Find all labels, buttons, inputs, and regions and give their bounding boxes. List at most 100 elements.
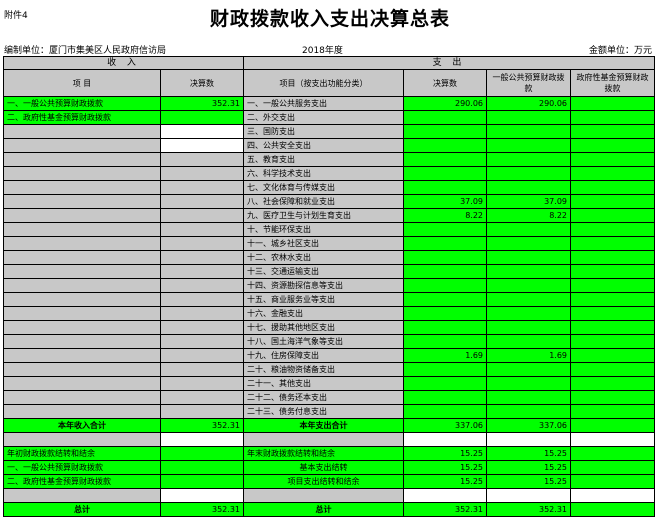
income-item-cell: 年初财政拨款结转和结余 — [3, 446, 161, 461]
spacer-cell — [570, 432, 655, 447]
income-item-cell: 二、政府性基金预算财政拨款 — [3, 110, 161, 125]
expense-general-cell: 8.22 — [486, 208, 571, 223]
income-item-cell: 一、一般公共预算财政拨款 — [3, 96, 161, 111]
expense-general-cell — [486, 250, 571, 265]
expense-general-cell — [486, 306, 571, 321]
income-item-cell — [3, 390, 161, 405]
expense-general-cell: 15.25 — [486, 460, 571, 475]
compiling-unit: 编制单位：厦门市集美区人民政府信访局 — [4, 46, 167, 56]
expense-fund-cell — [570, 222, 655, 237]
expense-total-general: 337.06 — [486, 418, 571, 433]
expense-total-cell — [403, 138, 487, 153]
spacer-row — [3, 488, 655, 503]
expense-total-cell: 15.25 — [403, 474, 487, 489]
expense-total-fund — [570, 418, 655, 433]
expense-item-cell: 十、节能环保支出 — [243, 222, 404, 237]
table-row: 十四、资源勘探信息等支出 — [3, 278, 655, 293]
report-year: 2018年度 — [302, 46, 343, 56]
expense-fund-cell — [570, 320, 655, 335]
expense-fund-cell — [570, 306, 655, 321]
budget-table: 收 入 支 出 项 目 决算数 项目（按支出功能分类） 决算数 一般公共预算财政… — [3, 56, 655, 517]
expense-total-cell — [403, 376, 487, 391]
income-item-cell — [3, 376, 161, 391]
expense-total-cell: 1.69 — [403, 348, 487, 363]
expense-total-cell — [403, 362, 487, 377]
income-item-cell — [3, 138, 161, 153]
income-item-cell — [3, 180, 161, 195]
income-value-cell — [160, 390, 244, 405]
expense-item-cell: 二十二、债务还本支出 — [243, 390, 404, 405]
expense-item-cell: 二十、粮油物资储备支出 — [243, 362, 404, 377]
income-item-cell — [3, 306, 161, 321]
income-item-cell — [3, 404, 161, 419]
expense-general-cell — [486, 362, 571, 377]
spacer-cell — [486, 488, 571, 503]
income-grand-total-label: 总计 — [3, 502, 161, 517]
expense-total-cell — [403, 320, 487, 335]
expense-general-cell — [486, 110, 571, 125]
expense-fund-cell — [570, 446, 655, 461]
income-value-cell — [160, 292, 244, 307]
expense-fund-cell — [570, 194, 655, 209]
spacer-cell — [243, 488, 404, 503]
expense-fund-cell — [570, 390, 655, 405]
expense-item-cell: 一、一般公共服务支出 — [243, 96, 404, 111]
spacer-cell — [3, 432, 161, 447]
income-value-cell — [160, 124, 244, 139]
expense-fund-cell — [570, 334, 655, 349]
spacer-cell — [3, 488, 161, 503]
expense-item-cell: 五、教育支出 — [243, 152, 404, 167]
income-value-cell — [160, 446, 244, 461]
income-value-cell — [160, 180, 244, 195]
expense-fund-cell — [570, 152, 655, 167]
expense-general-cell — [486, 166, 571, 181]
income-item-cell — [3, 264, 161, 279]
expense-fund-cell — [570, 348, 655, 363]
expense-total-cell — [403, 306, 487, 321]
expense-total-cell — [403, 180, 487, 195]
income-value-cell — [160, 404, 244, 419]
expense-general-cell — [486, 124, 571, 139]
table-row: 十、节能环保支出 — [3, 222, 655, 237]
income-item-cell: 一、一般公共预算财政拨款 — [3, 460, 161, 475]
expense-total-cell — [403, 236, 487, 251]
income-value-cell — [160, 376, 244, 391]
expense-item-cell: 六、科学技术支出 — [243, 166, 404, 181]
expense-item-cell: 九、医疗卫生与计划生育支出 — [243, 208, 404, 223]
spacer-cell — [160, 488, 244, 503]
income-value-cell — [160, 320, 244, 335]
expense-total-cell: 8.22 — [403, 208, 487, 223]
table-row: 六、科学技术支出 — [3, 166, 655, 181]
col-header-general-budget: 一般公共预算财政拨款 — [486, 69, 571, 97]
expense-general-cell — [486, 138, 571, 153]
table-row: 十九、住房保障支出 1.69 1.69 — [3, 348, 655, 363]
table-row: 十八、国土海洋气象等支出 — [3, 334, 655, 349]
expense-fund-cell — [570, 138, 655, 153]
expense-total-cell — [403, 390, 487, 405]
income-value-cell — [160, 250, 244, 265]
income-item-cell — [3, 194, 161, 209]
expense-fund-cell — [570, 460, 655, 475]
column-header-row: 项 目 决算数 项目（按支出功能分类） 决算数 一般公共预算财政拨款 政府性基金… — [3, 69, 655, 97]
col-header-gov-fund: 政府性基金预算财政拨款 — [570, 69, 655, 97]
expense-item-cell: 二十三、债务付息支出 — [243, 404, 404, 419]
expense-general-cell — [486, 180, 571, 195]
income-value-cell — [160, 222, 244, 237]
table-row: 十五、商业服务业等支出 — [3, 292, 655, 307]
table-row: 十七、援助其他地区支出 — [3, 320, 655, 335]
expense-general-cell — [486, 376, 571, 391]
expense-fund-cell — [570, 110, 655, 125]
expense-fund-cell — [570, 278, 655, 293]
col-header-final-amount: 决算数 — [160, 69, 244, 97]
expense-item-cell: 年末财政拨款结转和结余 — [243, 446, 404, 461]
income-value-cell — [160, 334, 244, 349]
spacer-cell — [570, 488, 655, 503]
table-row: 二十三、债务付息支出 — [3, 404, 655, 419]
expense-grand-total-label: 总计 — [243, 502, 404, 517]
expense-general-cell — [486, 278, 571, 293]
expense-general-cell — [486, 390, 571, 405]
income-value-cell — [160, 348, 244, 363]
income-value-cell — [160, 474, 244, 489]
expense-fund-cell — [570, 362, 655, 377]
expense-total-cell — [403, 264, 487, 279]
